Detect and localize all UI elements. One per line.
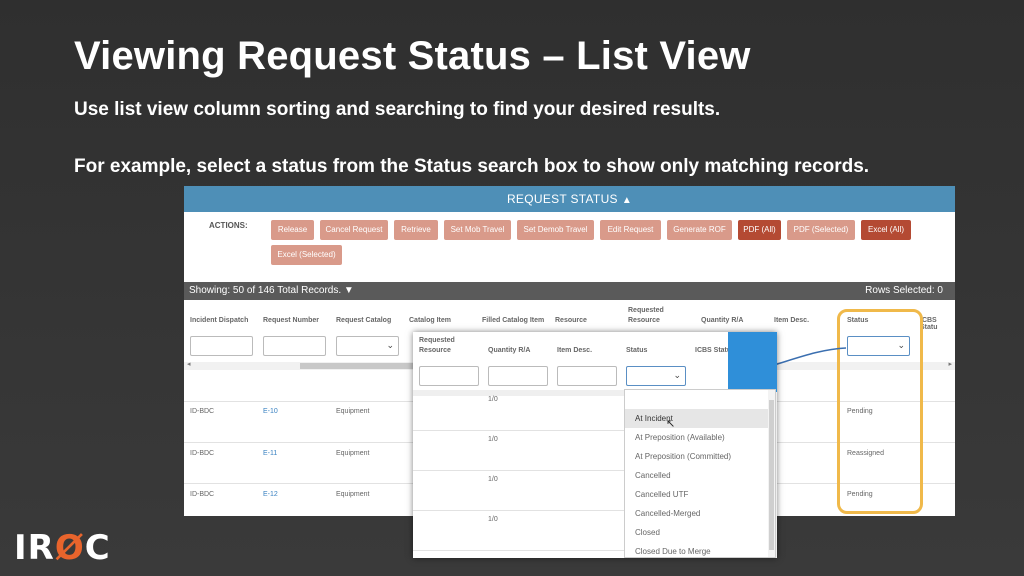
- option-at-preposition-available[interactable]: At Preposition (Available): [625, 428, 770, 447]
- set-demob-travel-button[interactable]: Set Demob Travel: [517, 220, 594, 240]
- slide-title: Viewing Request Status – List View: [74, 34, 751, 79]
- row-divider: [413, 550, 624, 551]
- dropdown-option-empty[interactable]: [625, 390, 770, 408]
- actions-label: ACTIONS:: [209, 221, 248, 230]
- filter-icon[interactable]: ▼: [344, 285, 354, 296]
- row-divider: [413, 430, 624, 431]
- option-closed-due-to-merge[interactable]: Closed Due to Merge: [625, 542, 770, 558]
- panel-header[interactable]: REQUEST STATUS ▲: [184, 186, 955, 212]
- cell-request-number[interactable]: E-11: [263, 450, 277, 457]
- mouse-cursor-icon: ↖: [666, 417, 675, 430]
- dropdown-scroll-thumb[interactable]: [769, 400, 774, 550]
- option-cancelled-merged[interactable]: Cancelled-Merged: [625, 504, 770, 523]
- col-request-catalog[interactable]: Request Catalog: [336, 317, 391, 324]
- rows-selected: Rows Selected: 0: [865, 282, 943, 300]
- generate-rof-button[interactable]: Generate ROF: [667, 220, 732, 240]
- zoom-col-icbs-status[interactable]: ICBS Statu: [695, 347, 731, 354]
- pdf-all-button[interactable]: PDF (All): [738, 220, 781, 240]
- zoom-requested-resource-filter[interactable]: [419, 366, 479, 386]
- request-number-filter[interactable]: [263, 336, 326, 356]
- cancel-request-button[interactable]: Cancel Request: [320, 220, 388, 240]
- col-item-desc[interactable]: Item Desc.: [774, 317, 809, 324]
- pdf-selected-button[interactable]: PDF (Selected): [787, 220, 855, 240]
- excel-all-button[interactable]: Excel (All): [861, 220, 911, 240]
- cell-catalog: Equipment: [336, 450, 369, 457]
- zoom-quantity-filter[interactable]: [488, 366, 548, 386]
- option-cancelled-utf[interactable]: Cancelled UTF: [625, 485, 770, 504]
- flame-icon: Ø: [55, 528, 85, 568]
- set-mob-travel-button[interactable]: Set Mob Travel: [444, 220, 511, 240]
- cell-catalog: Equipment: [336, 491, 369, 498]
- cell-dispatch: ID-BDC: [190, 491, 214, 498]
- cell-request-number[interactable]: E-10: [263, 408, 278, 415]
- chevron-up-icon[interactable]: ▲: [622, 195, 632, 206]
- col-icbs-status[interactable]: ICBS Statu: [920, 317, 955, 331]
- option-cancelled[interactable]: Cancelled: [625, 466, 770, 485]
- release-button[interactable]: Release: [271, 220, 314, 240]
- option-at-preposition-committed[interactable]: At Preposition (Committed): [625, 447, 770, 466]
- col-filled-catalog-item[interactable]: Filled Catalog Item: [482, 317, 544, 324]
- zoom-col-item-desc[interactable]: Item Desc.: [557, 347, 592, 354]
- cell-catalog: Equipment: [336, 408, 369, 415]
- request-catalog-filter[interactable]: ⌄: [336, 336, 399, 356]
- zoom-col-status[interactable]: Status: [626, 347, 647, 354]
- col-request-number[interactable]: Request Number: [263, 317, 319, 324]
- slide-subtitle-2: For example, select a status from the St…: [74, 156, 869, 178]
- summary-bar: Showing: 50 of 146 Total Records. ▼ Rows…: [184, 282, 955, 300]
- col-resource[interactable]: Resource: [555, 317, 587, 324]
- cell-quantity: 1/0: [488, 436, 498, 443]
- retrieve-button[interactable]: Retrieve: [394, 220, 438, 240]
- col-incident-dispatch[interactable]: Incident Dispatch: [190, 317, 248, 324]
- cell-dispatch: ID-BDC: [190, 450, 214, 457]
- zoomed-status-filter: Requested Resource Quantity R/A Item Des…: [413, 332, 777, 558]
- cell-quantity: 1/0: [488, 396, 498, 403]
- scroll-right-icon[interactable]: ▸: [948, 360, 952, 368]
- row-divider: [413, 510, 624, 511]
- dropdown-scrollbar[interactable]: [768, 390, 775, 558]
- zoom-status-filter[interactable]: ⌄: [626, 366, 686, 386]
- cell-quantity: 1/0: [488, 516, 498, 523]
- status-column-highlight: [837, 309, 923, 514]
- cell-request-number[interactable]: E-12: [263, 491, 278, 498]
- excel-selected-button[interactable]: Excel (Selected): [271, 245, 342, 265]
- records-summary: Showing: 50 of 146 Total Records. ▼: [189, 282, 354, 300]
- col-catalog-item[interactable]: Catalog Item: [409, 317, 451, 324]
- zoom-col-quantity[interactable]: Quantity R/A: [488, 347, 530, 354]
- row-divider: [413, 470, 624, 471]
- slide-subtitle-1: Use list view column sorting and searchi…: [74, 99, 720, 121]
- option-at-incident[interactable]: At Incident: [625, 409, 770, 428]
- scroll-left-icon[interactable]: ◂: [187, 360, 191, 368]
- incident-dispatch-filter[interactable]: [190, 336, 253, 356]
- cell-dispatch: ID-BDC: [190, 408, 214, 415]
- status-dropdown[interactable]: At Incident At Preposition (Available) A…: [624, 389, 776, 558]
- edit-request-button[interactable]: Edit Request: [600, 220, 661, 240]
- zoom-item-desc-filter[interactable]: [557, 366, 617, 386]
- side-panel-edge: [728, 332, 777, 392]
- chevron-down-icon: ⌄: [673, 370, 681, 381]
- iroc-logo: IRØC: [14, 528, 111, 568]
- col-requested-resource[interactable]: Requested Resource: [628, 306, 688, 326]
- panel-header-title: REQUEST STATUS: [507, 192, 618, 206]
- zoom-col-requested-resource[interactable]: Requested Resource: [419, 336, 469, 356]
- option-closed[interactable]: Closed: [625, 523, 770, 542]
- cell-quantity: 1/0: [488, 476, 498, 483]
- col-quantity[interactable]: Quantity R/A: [701, 317, 743, 324]
- chevron-down-icon: ⌄: [386, 340, 394, 351]
- scroll-thumb[interactable]: [300, 363, 420, 369]
